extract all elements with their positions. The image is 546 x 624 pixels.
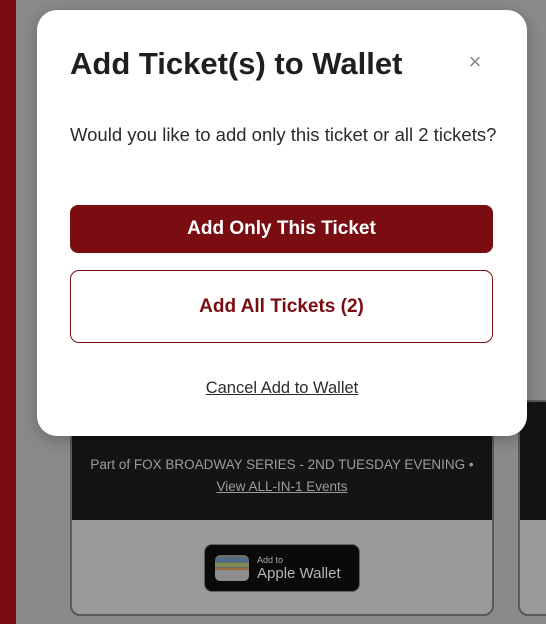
wallet-small-text: Add to xyxy=(257,554,284,565)
dialog-message: Would you like to add only this ticket o… xyxy=(70,124,497,145)
close-icon[interactable]: × xyxy=(461,48,489,76)
dialog-title: Add Ticket(s) to Wallet xyxy=(70,46,403,81)
wallet-big-text: Apple Wallet xyxy=(257,564,341,582)
apple-wallet-label: Add to Apple Wallet xyxy=(257,555,341,582)
series-info: Part of FOX BROADWAY SERIES - 2ND TUESDA… xyxy=(86,454,478,498)
apple-wallet-button[interactable]: Add to Apple Wallet xyxy=(204,544,360,592)
apple-wallet-icon xyxy=(215,555,249,581)
add-all-tickets-button[interactable]: Add All Tickets (2) xyxy=(70,270,493,343)
next-ticket-card xyxy=(518,400,546,616)
cancel-add-to-wallet-link[interactable]: Cancel Add to Wallet xyxy=(37,379,527,398)
add-to-wallet-dialog: Add Ticket(s) to Wallet × Would you like… xyxy=(37,10,527,436)
series-text: Part of FOX BROADWAY SERIES - 2ND TUESDA… xyxy=(90,457,474,472)
add-only-this-ticket-button[interactable]: Add Only This Ticket xyxy=(70,205,493,253)
view-events-link[interactable]: View ALL-IN-1 Events xyxy=(216,479,347,494)
